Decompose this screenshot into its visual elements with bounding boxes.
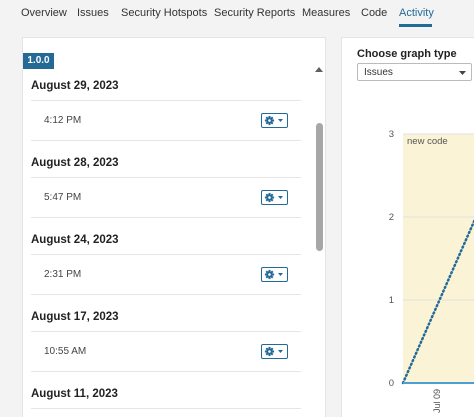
tab-measures[interactable]: Measures bbox=[302, 7, 350, 19]
tab-code[interactable]: Code bbox=[361, 7, 387, 19]
graph-panel: Choose graph type Issues 3210 Jul 09 new… bbox=[341, 37, 474, 417]
event-actions-button[interactable] bbox=[261, 267, 288, 282]
activity-history-panel: 1.0.0 August 29, 2023 4:12 PM August 28,… bbox=[22, 37, 326, 417]
analysis-event-row: 10:55 AM bbox=[31, 332, 301, 372]
tab-activity[interactable]: Activity bbox=[399, 7, 434, 19]
chevron-down-icon bbox=[278, 119, 283, 122]
active-tab-indicator bbox=[399, 24, 432, 27]
analysis-event-row: 2:31 PM bbox=[31, 255, 301, 295]
divider bbox=[31, 408, 301, 409]
gear-icon bbox=[264, 269, 283, 280]
event-time: 5:47 PM bbox=[44, 192, 82, 203]
version-badge: 1.0.0 bbox=[23, 53, 54, 69]
scroll-up-arrow-icon[interactable] bbox=[315, 66, 323, 72]
new-code-region bbox=[403, 134, 474, 383]
day-date: August 29, 2023 bbox=[31, 80, 119, 92]
scrollbar-thumb[interactable] bbox=[316, 123, 323, 251]
tab-issues[interactable]: Issues bbox=[77, 7, 109, 19]
day-date: August 11, 2023 bbox=[31, 388, 118, 400]
gear-icon bbox=[264, 192, 283, 203]
tab-overview[interactable]: Overview bbox=[21, 7, 67, 19]
event-actions-button[interactable] bbox=[261, 113, 288, 128]
event-time: 10:55 AM bbox=[44, 346, 87, 357]
y-tick-label: 0 bbox=[389, 378, 394, 389]
day-date: August 24, 2023 bbox=[31, 234, 119, 246]
analysis-event-row: 4:12 PM bbox=[31, 101, 301, 141]
tab-security-hotspots[interactable]: Security Hotspots bbox=[121, 7, 207, 19]
chevron-down-icon bbox=[278, 273, 283, 276]
day-date: August 17, 2023 bbox=[31, 311, 119, 323]
gear-icon bbox=[264, 115, 283, 126]
event-actions-button[interactable] bbox=[261, 190, 288, 205]
y-tick-label: 1 bbox=[389, 295, 394, 306]
event-actions-button[interactable] bbox=[261, 344, 288, 359]
chevron-down-icon bbox=[278, 196, 283, 199]
x-tick-label: Jul 09 bbox=[432, 389, 442, 413]
activity-chart: 3 2 1 0 Jul 09 new code bbox=[389, 129, 474, 413]
gear-icon bbox=[264, 346, 283, 357]
day-date: August 28, 2023 bbox=[31, 157, 119, 169]
analysis-event-row: 5:47 PM bbox=[31, 178, 301, 218]
y-tick-label: 2 bbox=[389, 212, 394, 223]
new-code-label: new code bbox=[407, 136, 448, 147]
y-tick-label: 3 bbox=[389, 129, 394, 140]
chevron-down-icon bbox=[278, 350, 283, 353]
tab-security-reports[interactable]: Security Reports bbox=[214, 7, 295, 19]
event-time: 4:12 PM bbox=[44, 115, 82, 126]
project-navigation: Overview Issues Security Hotspots Securi… bbox=[0, 0, 474, 27]
event-time: 2:31 PM bbox=[44, 269, 82, 280]
